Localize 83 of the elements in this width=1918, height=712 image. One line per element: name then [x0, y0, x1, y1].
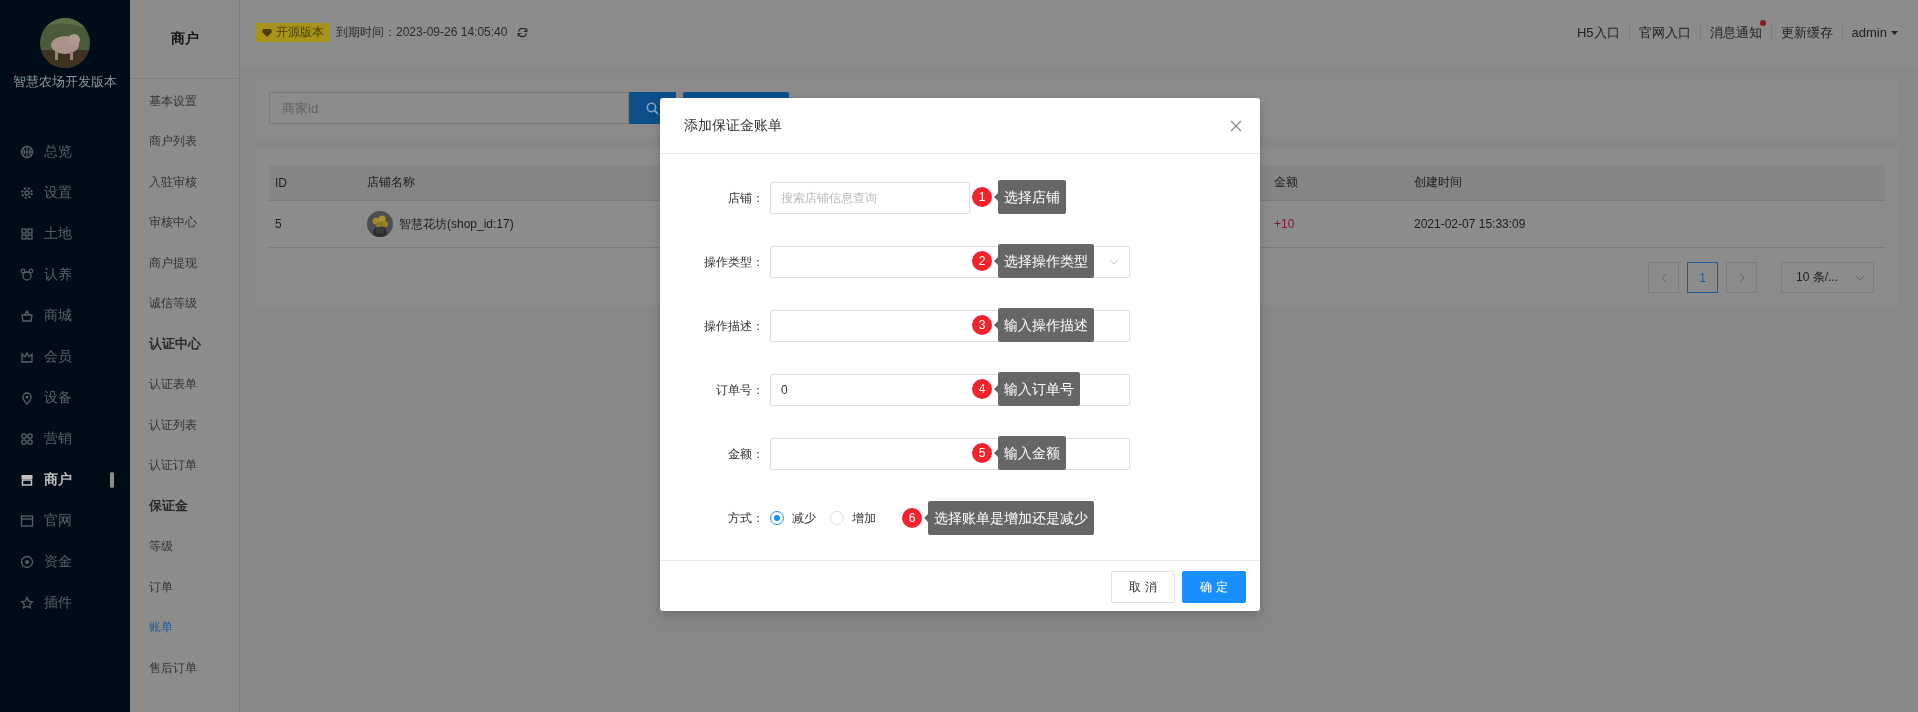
subnav-item[interactable]: 认证列表: [130, 405, 239, 446]
radio-option[interactable]: 增加: [830, 509, 876, 527]
chevron-icon: [1109, 259, 1119, 265]
table-cell: 智慧花坊(shop_id:17): [399, 215, 514, 233]
subnav-item[interactable]: 认证订单: [130, 445, 239, 486]
close-icon: [1230, 119, 1242, 132]
field-label: 金额：: [727, 445, 765, 463]
store-icon: [20, 472, 34, 487]
subnav-item[interactable]: 诚信等级: [130, 283, 239, 324]
brand-name: 智慧农场开发版本: [13, 73, 117, 91]
section-title: 商户: [130, 0, 239, 79]
subnav-item[interactable]: 入驻审核: [130, 162, 239, 203]
column-header: ID: [274, 175, 288, 190]
bear-icon: [20, 267, 34, 282]
confirm-button[interactable]: 确 定: [1182, 571, 1246, 603]
diamond-icon: [262, 28, 272, 37]
page-button[interactable]: 1: [1687, 262, 1718, 293]
subnav-item[interactable]: 认证表单: [130, 364, 239, 405]
field-label: 订单号：: [715, 381, 765, 399]
browser-icon: [20, 513, 34, 528]
nav-item[interactable]: 商城: [0, 295, 130, 336]
subnav-item[interactable]: 审核中心: [130, 202, 239, 243]
search-icon: [646, 101, 659, 115]
page-size-select[interactable]: 10 条/...: [1781, 262, 1874, 293]
star-icon: [20, 595, 34, 610]
chevron-icon: [1855, 274, 1865, 281]
nav-item[interactable]: 设置: [0, 172, 130, 213]
subnav-item[interactable]: 等级: [130, 526, 239, 567]
header-link[interactable]: 消息通知: [1699, 23, 1771, 42]
dialog-title: 添加保证金账单: [684, 116, 782, 135]
nav-item[interactable]: 插件: [0, 582, 130, 623]
cancel-button[interactable]: 取 消: [1111, 571, 1175, 603]
step-number: 1: [972, 187, 992, 207]
group-heading: 保证金: [147, 497, 189, 516]
header-link[interactable]: 官网入口: [1628, 23, 1700, 42]
expiry-time: 到期时间：2023-09-26 14:05:40: [336, 24, 508, 41]
grid-icon: [20, 226, 34, 241]
subnav-item[interactable]: 订单: [130, 567, 239, 608]
field-label: 操作描述：: [703, 317, 765, 335]
group-heading: 认证中心: [148, 335, 202, 354]
chevron-icon: [1660, 272, 1667, 283]
user-menu[interactable]: admin: [1841, 25, 1898, 40]
subnav-item[interactable]: 售后订单: [130, 648, 239, 689]
target-icon: [20, 554, 34, 569]
subnav-item[interactable]: 账单: [130, 607, 239, 648]
column-header: 创建时间: [1413, 174, 1463, 191]
caret-icon: [1891, 30, 1898, 35]
header-link[interactable]: H5入口: [1567, 23, 1629, 42]
basket-icon: [20, 308, 34, 323]
chevron-icon: [1738, 272, 1745, 283]
location-icon: [20, 390, 34, 405]
version-badge: 开源版本: [256, 23, 330, 42]
nav-item[interactable]: 设备: [0, 377, 130, 418]
nav-item[interactable]: 会员: [0, 336, 130, 377]
table-cell-text: +10: [1273, 217, 1296, 231]
nav-item[interactable]: 资金: [0, 541, 130, 582]
field-label: 操作类型：: [703, 253, 765, 271]
input-field[interactable]: 搜索店铺信息查询: [770, 182, 970, 214]
nav-item[interactable]: 总览: [0, 131, 130, 172]
column-header: 金额: [1273, 174, 1299, 191]
header-link[interactable]: 更新缓存: [1770, 23, 1842, 42]
field-label: 方式：: [727, 509, 765, 527]
active-indicator: [110, 472, 114, 488]
refresh-icon[interactable]: [517, 27, 529, 38]
step-number: 6: [902, 508, 922, 528]
radio-option[interactable]: 减少: [770, 509, 816, 527]
subnav-item[interactable]: 商户提现: [130, 243, 239, 284]
gear-icon: [20, 185, 34, 200]
subnav-item[interactable]: 基本设置: [130, 81, 239, 122]
close-button[interactable]: [1230, 119, 1242, 132]
table-cell-text: 5: [274, 217, 283, 231]
nav-item[interactable]: 土地: [0, 213, 130, 254]
table-cell-text: 2021-02-07 15:33:09: [1413, 217, 1527, 231]
column-header: 店铺名称: [366, 174, 416, 191]
clover-icon: [20, 431, 34, 446]
nav-item[interactable]: 营销: [0, 418, 130, 459]
nav-item[interactable]: 官网: [0, 500, 130, 541]
subnav-item[interactable]: 商户列表: [130, 121, 239, 162]
nav-item[interactable]: 商户: [0, 459, 130, 500]
field-label: 店铺：: [727, 189, 765, 207]
ball-icon: [20, 144, 34, 159]
nav-item[interactable]: 认养: [0, 254, 130, 295]
step-number: 2: [972, 251, 992, 271]
